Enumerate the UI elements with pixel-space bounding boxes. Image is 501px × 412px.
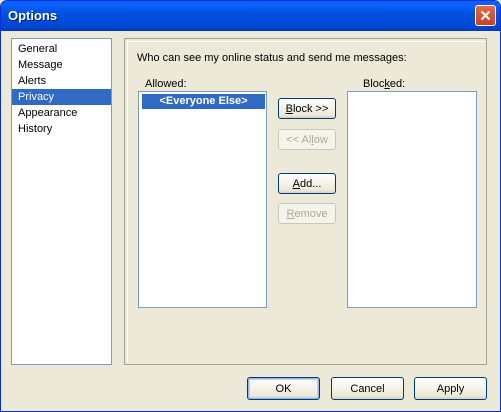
allowed-item-everyone-else[interactable]: <Everyone Else>: [142, 94, 265, 109]
allowed-label: Allowed:: [145, 78, 187, 90]
nav-item-appearance[interactable]: Appearance: [12, 105, 111, 121]
add-button[interactable]: Add...: [278, 173, 336, 194]
nav-item-general[interactable]: General: [12, 41, 111, 57]
apply-button[interactable]: Apply: [414, 377, 487, 400]
block-accel: B: [285, 102, 293, 115]
add-label: dd...: [299, 177, 322, 190]
remove-button[interactable]: Remove: [278, 203, 336, 224]
blocked-label: Blocked:: [363, 78, 405, 90]
blocked-label-post: ed:: [389, 78, 406, 90]
block-label: lock >>: [292, 102, 329, 115]
allow-label-pre: << Al: [286, 133, 312, 146]
nav-item-message[interactable]: Message: [12, 57, 111, 73]
block-button[interactable]: Block >>: [278, 98, 336, 119]
blocked-label-pre: Bloc: [363, 78, 385, 90]
allowed-list[interactable]: <Everyone Else>: [138, 91, 267, 308]
blocked-list[interactable]: [347, 91, 477, 308]
category-list[interactable]: General Message Alerts Privacy Appearanc…: [11, 38, 112, 365]
allow-button[interactable]: << Al l ow: [278, 129, 336, 150]
ok-button[interactable]: OK: [247, 377, 320, 400]
title-bar[interactable]: Options: [1, 1, 500, 31]
add-accel: A: [292, 177, 300, 190]
cancel-button[interactable]: Cancel: [331, 377, 404, 400]
allowed-label-text: Allowed:: [145, 78, 187, 90]
remove-accel: R: [286, 207, 295, 220]
nav-item-privacy[interactable]: Privacy: [12, 89, 111, 105]
close-button[interactable]: [475, 5, 496, 26]
window-title: Options: [8, 8, 58, 23]
close-icon: [480, 10, 491, 21]
nav-item-alerts[interactable]: Alerts: [12, 73, 111, 89]
remove-label: emove: [294, 207, 328, 220]
privacy-header: Who can see my online status and send me…: [137, 52, 407, 64]
nav-item-history[interactable]: History: [12, 121, 111, 137]
allow-label-post: ow: [313, 133, 328, 146]
